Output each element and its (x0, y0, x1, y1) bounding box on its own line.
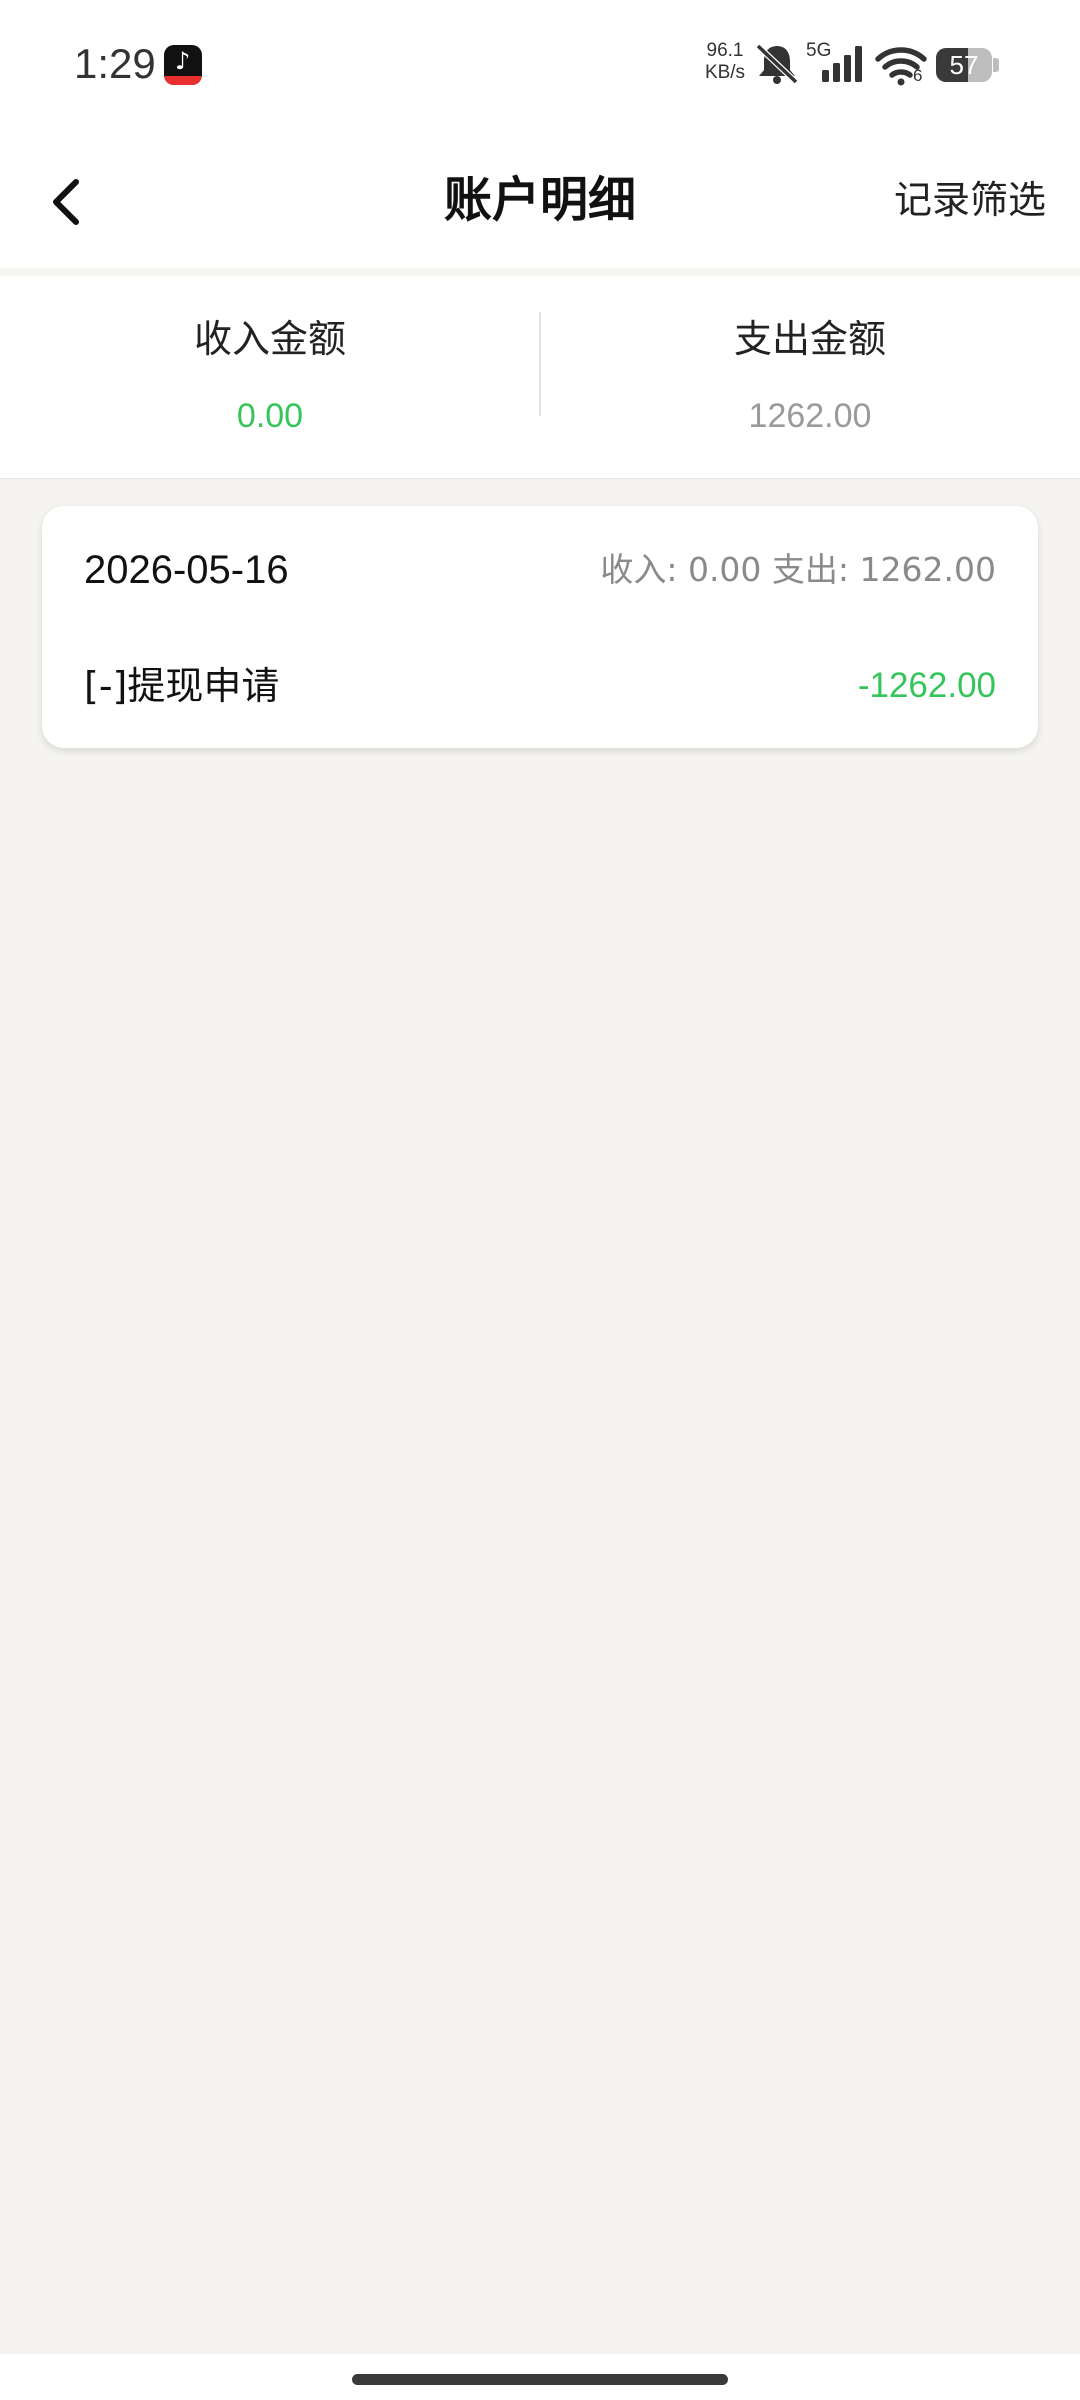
expense-label: 支出金额 (733, 317, 886, 361)
record-filter-button[interactable]: 记录筛选 (894, 162, 1046, 238)
music-note-icon: ♪ (175, 47, 191, 75)
expense-summary: 支出金额 1262.00 (540, 276, 1080, 478)
income-value: 0.00 (236, 397, 304, 435)
battery-icon: 57 (936, 48, 992, 82)
back-button[interactable] (26, 162, 106, 242)
net-speed-unit: KB/s (704, 62, 746, 83)
record-day-totals: 收入: 0.00 支出: 1262.00 (600, 550, 996, 589)
battery-level: 57 (949, 50, 979, 80)
record-item-amount: -1262.00 (857, 666, 996, 705)
battery-tip (993, 58, 999, 72)
app-notification-icon: ♪ (164, 45, 202, 85)
status-bar: 1:29 ♪ 96.1 KB/s 5G 6 57 (0, 0, 1080, 132)
net-speed-value: 96.1 (706, 40, 744, 61)
income-summary: 收入金额 0.00 (0, 276, 540, 478)
record-item-label: [-]提现申请 (84, 664, 280, 708)
record-date: 2026-05-16 (84, 548, 289, 592)
page-title: 账户明细 (443, 172, 636, 228)
nav-header: 账户明细 记录筛选 (0, 132, 1080, 268)
signal-icon (822, 46, 862, 82)
income-label: 收入金额 (193, 317, 346, 361)
status-time: 1:29 (74, 40, 156, 87)
account-summary: 收入金额 0.00 支出金额 1262.00 (0, 276, 1080, 479)
home-indicator[interactable] (352, 2374, 728, 2385)
mute-icon (755, 43, 799, 85)
chevron-left-icon (53, 179, 79, 225)
wifi-label: 6 (913, 66, 923, 85)
expense-value: 1262.00 (748, 397, 872, 435)
app-icon-band (164, 76, 202, 85)
record-day-card: 2026-05-16 收入: 0.00 支出: 1262.00 [-]提现申请 … (42, 506, 1038, 748)
net-speed: 96.1 KB/s (700, 40, 750, 84)
gesture-bar (0, 2354, 1080, 2400)
